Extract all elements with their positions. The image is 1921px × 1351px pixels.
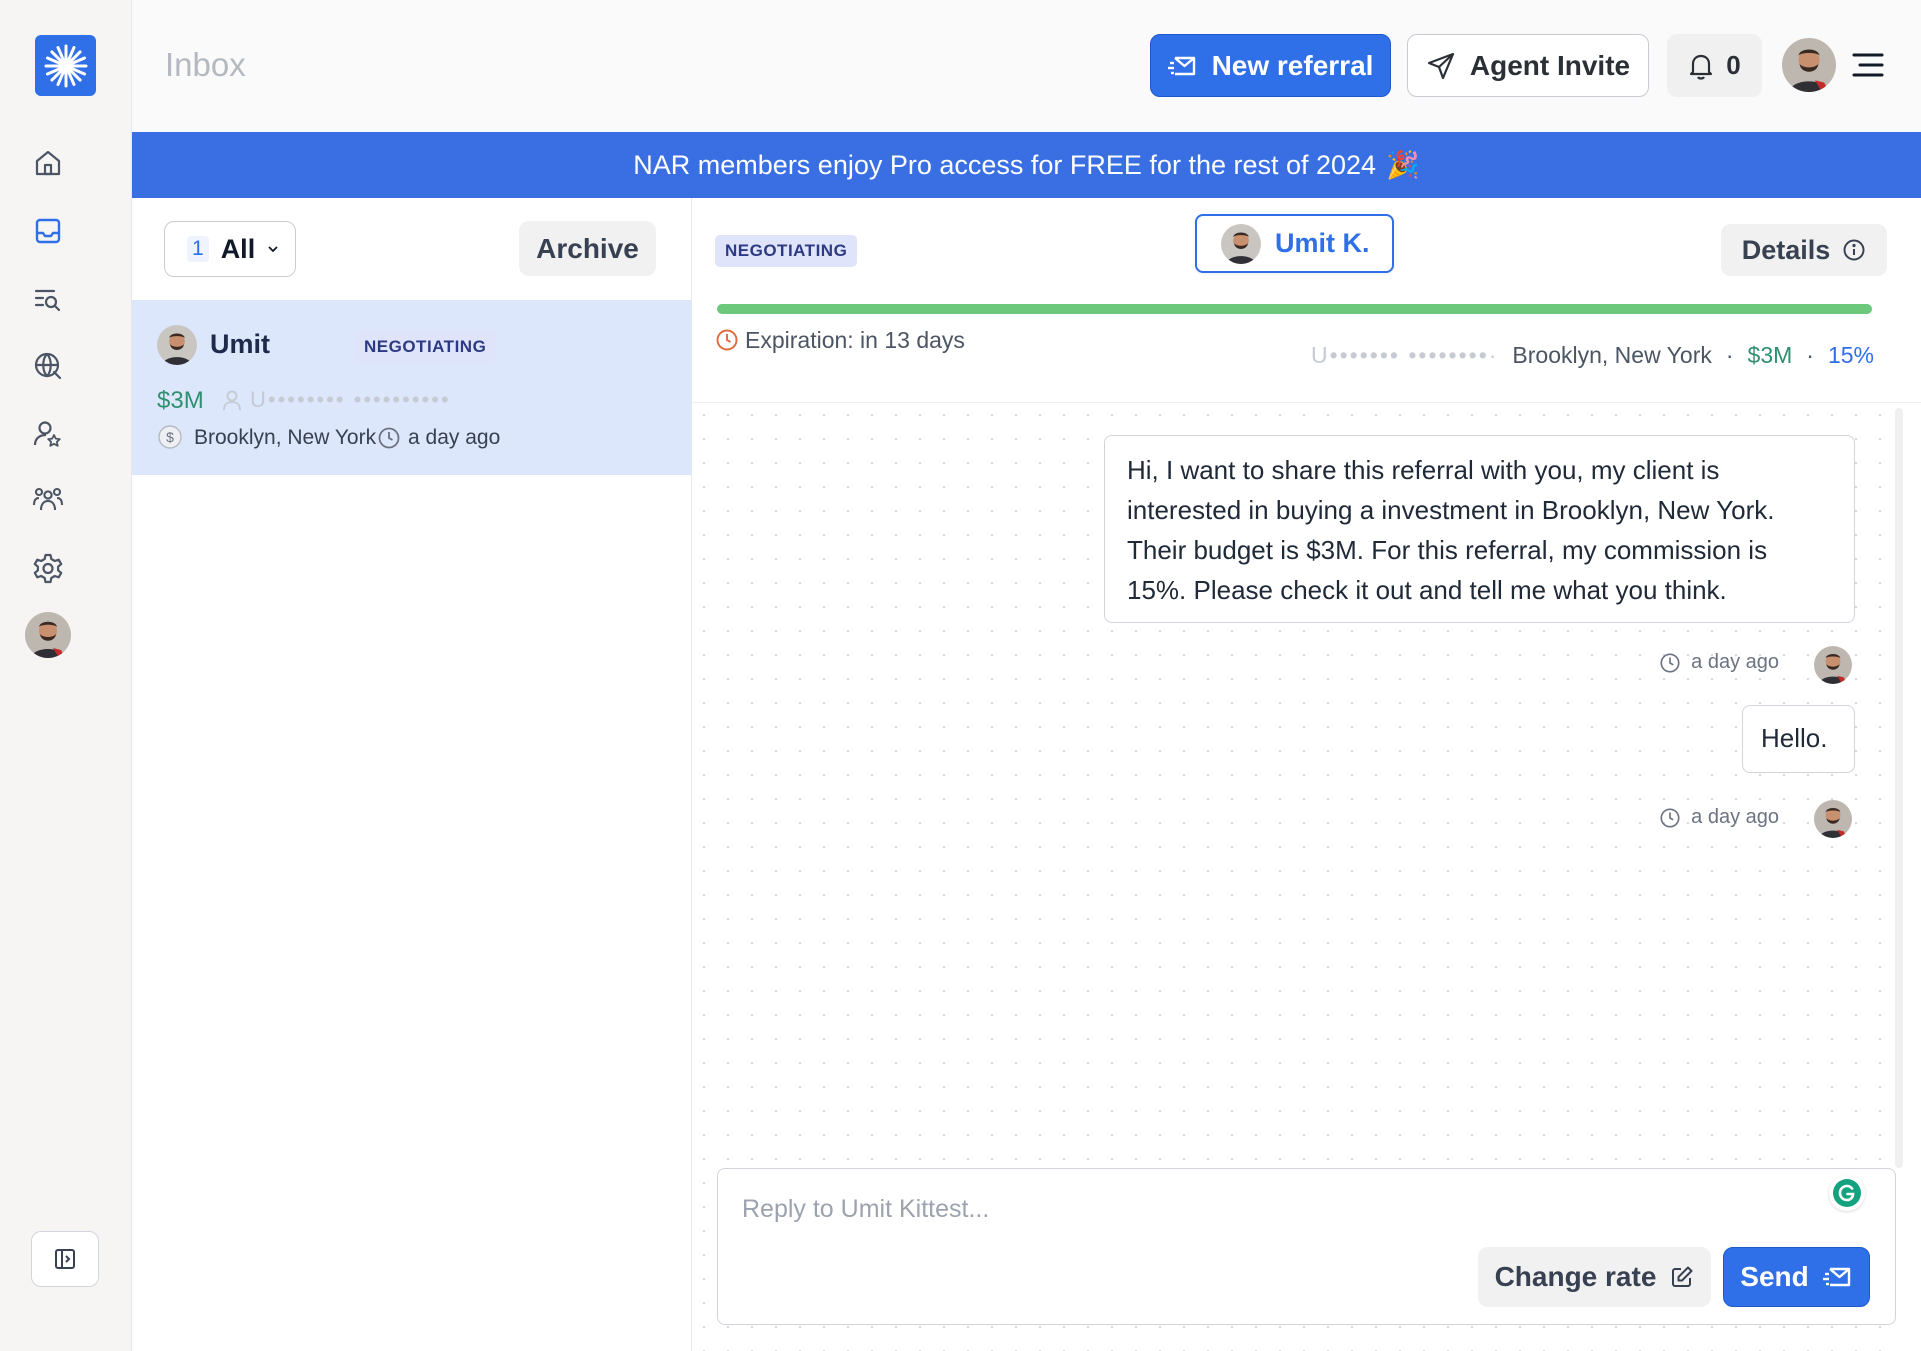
mail-send-icon	[1167, 56, 1195, 75]
filter-count: 1	[187, 236, 209, 262]
collapse-sidebar-button[interactable]	[31, 1231, 99, 1287]
reply-composer: Change rate Send	[717, 1168, 1896, 1325]
new-referral-button[interactable]: New referral	[1150, 34, 1391, 97]
referral-price: $3M	[157, 387, 204, 414]
promo-banner[interactable]: NAR members enjoy Pro access for FREE fo…	[132, 132, 1921, 198]
details-label: Details	[1741, 234, 1831, 265]
info-icon	[1843, 239, 1865, 261]
commission-rate: 15%	[1827, 342, 1874, 368]
location-text: Brooklyn, New York	[1512, 342, 1712, 368]
top-bar: Inbox	[132, 0, 1921, 132]
new-referral-label: New referral	[1211, 49, 1374, 81]
avatar	[1814, 800, 1852, 838]
message-bubble: Hi, I want to share this referral with y…	[1104, 435, 1855, 623]
left-rail	[0, 0, 132, 1351]
timestamp: a day ago	[1691, 806, 1779, 828]
user-star-icon[interactable]	[28, 414, 68, 454]
clock-icon	[378, 427, 400, 449]
location-text: Brooklyn, New York	[194, 426, 377, 449]
contact-name: Umit	[210, 329, 270, 359]
expiration-text: Expiration: in 13 days	[745, 327, 965, 353]
change-rate-label: Change rate	[1494, 1261, 1657, 1292]
progress-fill	[717, 304, 1872, 314]
notification-count: 0	[1726, 50, 1741, 80]
referral-meta: U••••••• ••••••••· Brooklyn, New York · …	[1310, 342, 1874, 368]
masked-user-name: U•••••••• ••••••••••	[250, 387, 451, 412]
settings-icon[interactable]	[28, 548, 68, 588]
archive-button[interactable]: Archive	[519, 221, 656, 276]
referral-price: $3M	[1747, 342, 1793, 368]
details-button[interactable]: Details	[1721, 224, 1887, 276]
chevron-down-icon	[268, 246, 278, 253]
inbox-icon[interactable]	[28, 211, 68, 251]
sidebar-toggle-icon	[55, 1249, 75, 1269]
status-badge: NEGOTIATING	[354, 331, 497, 363]
avatar[interactable]	[1782, 38, 1836, 92]
edit-icon	[1672, 1266, 1693, 1287]
contact-name: Umit K.	[1275, 228, 1370, 258]
conversation-panel: NEGOTIATING Umit K. Details Expiration: …	[692, 198, 1921, 1351]
message-bubble: Hello.	[1742, 705, 1855, 773]
grammarly-icon[interactable]	[1829, 1175, 1865, 1211]
reply-input[interactable]	[742, 1189, 1822, 1229]
mail-send-icon	[1822, 1267, 1850, 1287]
avatar[interactable]	[25, 612, 71, 658]
filter-dropdown[interactable]: 1 All	[164, 221, 296, 277]
avatar	[1221, 223, 1261, 264]
contact-chip[interactable]: Umit K.	[1195, 214, 1394, 273]
progress-bar	[717, 304, 1872, 314]
agent-invite-label: Agent Invite	[1469, 49, 1631, 81]
timestamp: a day ago	[1691, 651, 1779, 673]
list-item[interactable]: Umit NEGOTIATING $3M U•••••••• •••••••••…	[132, 300, 691, 475]
dollar-coin-icon: $	[158, 425, 182, 449]
avatar	[1814, 646, 1852, 684]
clock-icon	[1660, 652, 1680, 673]
change-rate-button[interactable]: Change rate	[1478, 1247, 1711, 1307]
party-popper-icon: 🎉	[1386, 150, 1420, 180]
status-badge: NEGOTIATING	[715, 235, 858, 267]
page-title: Inbox	[165, 46, 246, 83]
banner-text: NAR members enjoy Pro access for FREE fo…	[633, 149, 1377, 180]
avatar	[157, 325, 197, 365]
bell-icon	[1690, 54, 1713, 80]
menu-icon[interactable]	[1851, 48, 1885, 82]
clock-icon	[1660, 807, 1680, 828]
app-logo[interactable]	[35, 35, 96, 96]
timestamp: a day ago	[408, 426, 501, 449]
home-icon[interactable]	[28, 143, 68, 183]
send-label: Send	[1740, 1261, 1809, 1292]
message-meta: a day ago	[1659, 651, 1833, 674]
send-button[interactable]: Send	[1723, 1247, 1870, 1307]
starburst-icon	[44, 44, 87, 87]
team-icon[interactable]	[28, 480, 68, 520]
agent-invite-button[interactable]: Agent Invite	[1407, 34, 1649, 97]
notifications-button[interactable]: 0	[1667, 34, 1762, 97]
filter-label: All	[220, 233, 256, 264]
send-plane-icon	[1427, 52, 1454, 79]
search-list-icon[interactable]	[28, 279, 68, 319]
clock-icon	[716, 329, 738, 351]
globe-icon[interactable]	[28, 346, 68, 386]
svg-text:$: $	[166, 429, 174, 445]
user-icon	[223, 390, 241, 411]
scrollbar[interactable]	[1895, 408, 1903, 1168]
message-meta: a day ago	[1659, 806, 1833, 829]
conversation-list-panel: 1 All Archive Umit NEGOTIATING $3M U••••…	[132, 198, 692, 1351]
conversation-header: NEGOTIATING Umit K. Details Expiration: …	[692, 198, 1921, 403]
masked-user-name: U••••••• ••••••••·	[1310, 342, 1499, 368]
